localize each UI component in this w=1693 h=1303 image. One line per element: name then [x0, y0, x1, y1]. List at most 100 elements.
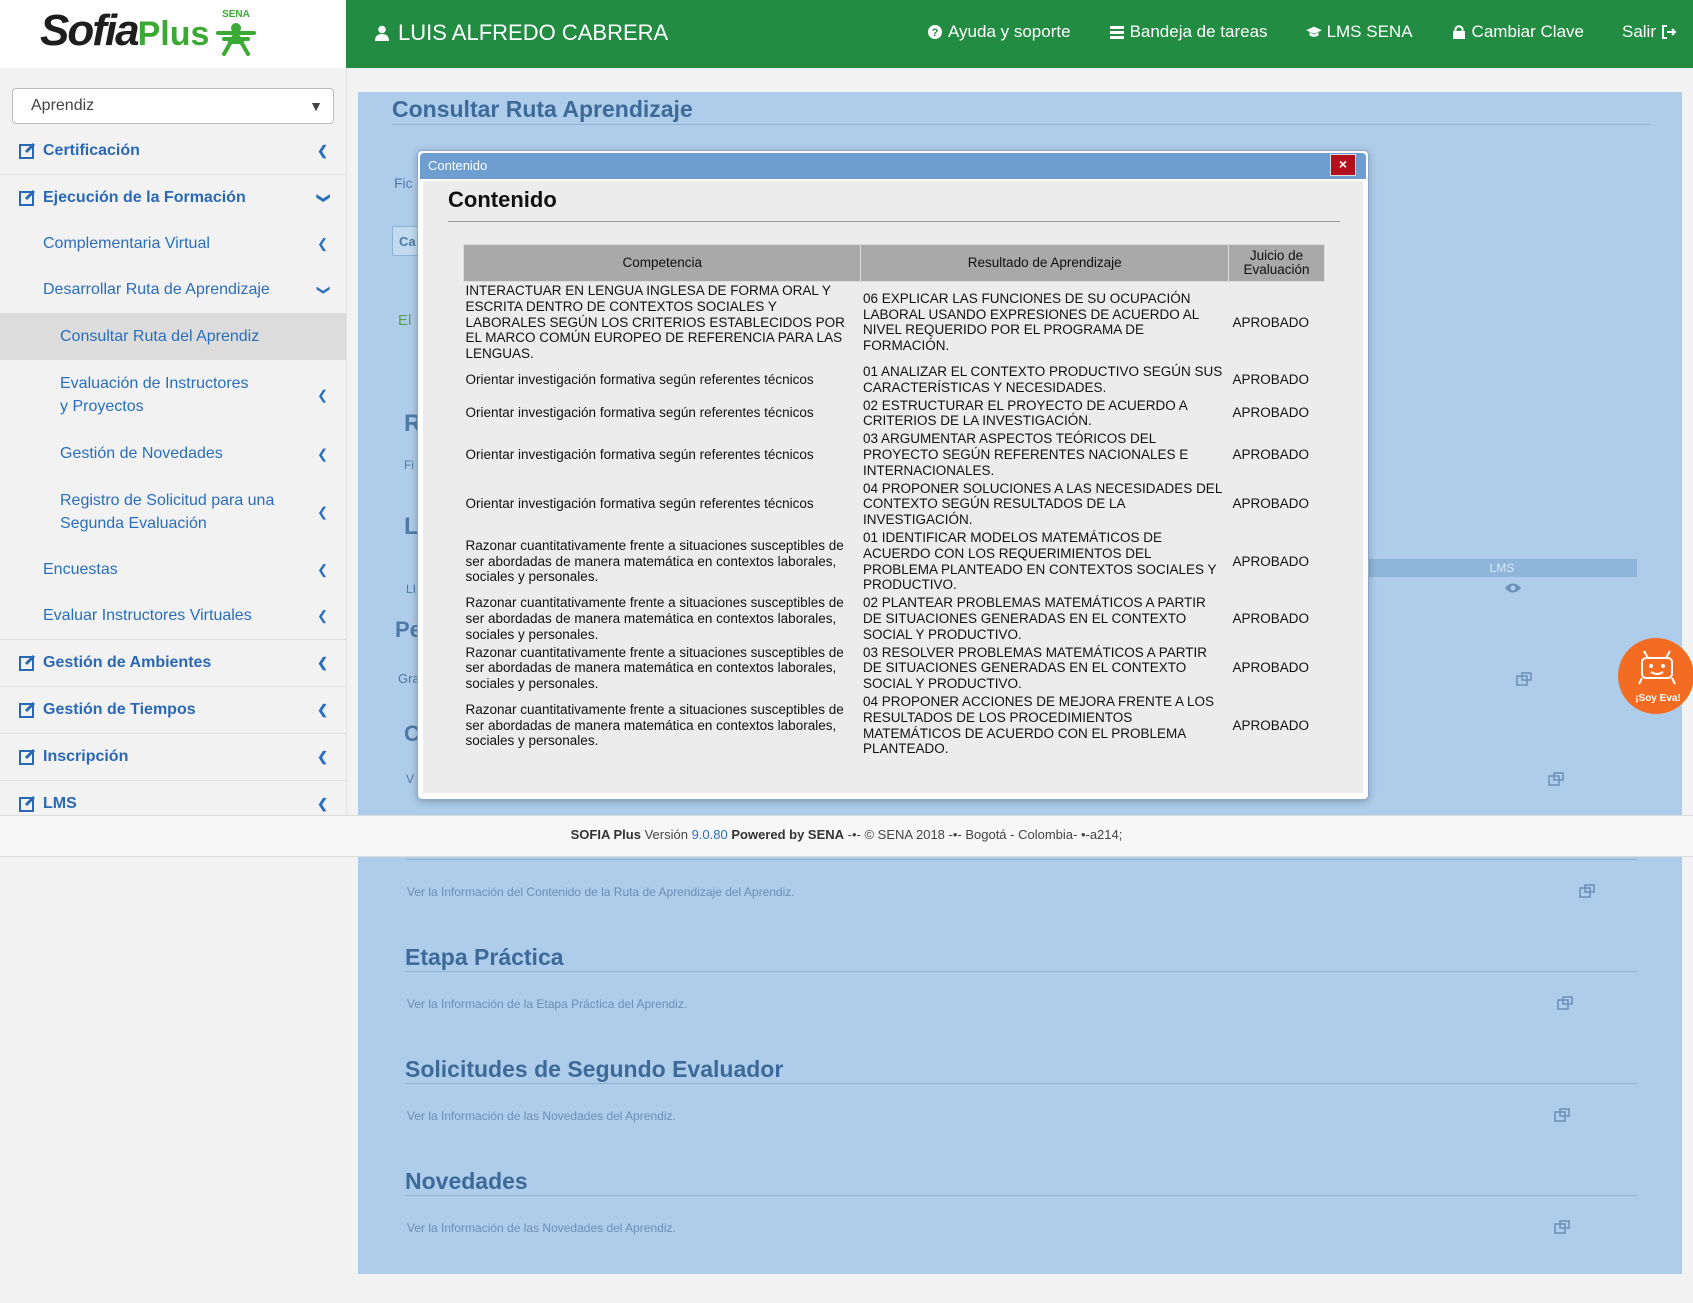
sidebar-item-gestion-tiempos[interactable]: Gestión de Tiempos ❮	[0, 687, 346, 734]
column-header-resultado: Resultado de Aprendizaje	[860, 244, 1230, 282]
table-row: Orientar investigación formativa según r…	[464, 397, 1325, 431]
footer-app: SOFIA Plus	[570, 827, 641, 842]
cell-competencia: Orientar investigación formativa según r…	[465, 446, 814, 462]
logo-sofia-text: Sofia	[40, 6, 140, 55]
sign-out-icon	[1662, 25, 1677, 39]
sidebar-menu: Certificación ❮ Ejecución de la Formació…	[0, 128, 346, 828]
eye-icon[interactable]	[1504, 582, 1522, 594]
svg-text:?: ?	[932, 27, 939, 39]
sidebar-item-evaluacion-instructores[interactable]: Evaluación de Instructores y Proyectos ❮	[0, 360, 346, 430]
sidebar-item-inscripcion[interactable]: Inscripción ❮	[0, 734, 346, 781]
role-select[interactable]: Aprendiz ▼	[12, 88, 334, 124]
section-title: Solicitudes de Segundo Evaluador	[405, 1056, 784, 1082]
external-link-icon[interactable]	[1554, 1220, 1570, 1234]
cell-juicio: APROBADO	[1232, 660, 1310, 676]
sidebar-item-evaluar-instructores-virtuales[interactable]: Evaluar Instructores Virtuales ❮	[0, 593, 346, 640]
sidebar-item-ejecucion-formacion[interactable]: Ejecución de la Formación ❮	[0, 175, 346, 221]
chevron-left-icon: ❮	[317, 236, 328, 251]
nav-lms-label: LMS SENA	[1326, 22, 1413, 41]
sidebar-item-label: Certificación	[43, 142, 140, 159]
edit-icon	[19, 142, 36, 159]
chevron-left-icon: ❮	[317, 562, 328, 577]
section-description: Ver la Información de las Novedades del …	[407, 1221, 676, 1235]
sidebar-item-encuestas[interactable]: Encuestas ❮	[0, 547, 346, 593]
table-row: INTERACTUAR EN LENGUA INGLESA DE FORMA O…	[464, 282, 1325, 363]
section-description: Ver la Información de la Etapa Práctica …	[407, 997, 688, 1011]
top-nav: ? Ayuda y soporte Bandeja de tareas LMS …	[927, 22, 1677, 42]
cell-competencia: Razonar cuantitativamente frente a situa…	[465, 701, 844, 749]
external-link-icon[interactable]	[1516, 672, 1532, 686]
section-description: Ver la Información del Contenido de la R…	[407, 885, 795, 899]
nav-help-label: Ayuda y soporte	[948, 22, 1071, 41]
chevron-left-icon: ❮	[317, 504, 328, 520]
sidebar-item-consultar-ruta[interactable]: Consultar Ruta del Aprendiz	[0, 313, 346, 360]
chevron-left-icon: ❮	[317, 143, 328, 158]
chevron-left-icon: ❮	[317, 608, 328, 623]
sofia-plus-logo[interactable]: SofiaPlus	[40, 6, 209, 56]
modal-title: Contenido	[448, 187, 557, 212]
cell-competencia: Orientar investigación formativa según r…	[465, 496, 814, 512]
logo-plus-text: Plus	[137, 15, 210, 53]
table-row: Razonar cuantitativamente frente a situa…	[464, 693, 1325, 758]
external-link-icon[interactable]	[1554, 1108, 1570, 1122]
sidebar-item-label: Encuestas	[43, 561, 118, 578]
sidebar-item-label: Consultar Ruta del Aprendiz	[60, 328, 260, 345]
sidebar: Aprendiz ▼ Certificación ❮ Ejecución de …	[0, 68, 347, 828]
sidebar-item-label: LMS	[43, 795, 77, 812]
section-description: Ver la Información de las Novedades del …	[407, 1109, 676, 1123]
lms-column-header: LMS	[1367, 559, 1637, 577]
external-link-icon[interactable]	[1548, 772, 1564, 786]
nav-change-password[interactable]: Cambiar Clave	[1451, 22, 1584, 42]
sidebar-item-desarrollar-ruta[interactable]: Desarrollar Ruta de Aprendizaje ❮	[0, 267, 346, 313]
cell-resultado: 04 PROPONER SOLUCIONES A LAS NECESIDADES…	[862, 480, 1222, 528]
graduation-cap-icon	[1305, 26, 1322, 37]
table-row: Orientar investigación formativa según r…	[464, 480, 1325, 529]
sidebar-item-segunda-evaluacion[interactable]: Registro de Solicitud para una Segunda E…	[0, 477, 346, 547]
chevron-left-icon: ❮	[317, 387, 328, 403]
table-row: Razonar cuantitativamente frente a situa…	[464, 529, 1325, 594]
cell-resultado: 06 EXPLICAR LAS FUNCIONES DE SU OCUPACIÓ…	[862, 290, 1199, 354]
edit-icon	[19, 701, 36, 718]
external-link-icon[interactable]	[1557, 996, 1573, 1010]
nav-lms[interactable]: LMS SENA	[1305, 22, 1413, 42]
role-select-value: Aprendiz	[31, 97, 95, 114]
eva-assistant-button[interactable]: ¡Soy Eva!	[1618, 638, 1693, 714]
content-modal: Contenido × Contenido Competencia Result…	[417, 150, 1369, 800]
close-button[interactable]: ×	[1330, 154, 1356, 176]
cell-resultado: 02 ESTRUCTURAR EL PROYECTO DE ACUERDO A …	[862, 397, 1188, 429]
external-link-icon[interactable]	[1579, 884, 1595, 898]
chevron-left-icon: ❮	[317, 446, 328, 461]
sidebar-item-label: Gestión de Tiempos	[43, 701, 196, 718]
sidebar-item-gestion-novedades[interactable]: Gestión de Novedades ❮	[0, 430, 346, 477]
user-menu[interactable]: LUIS ALFREDO CABRERA	[374, 20, 668, 46]
cell-competencia: Razonar cuantitativamente frente a situa…	[465, 537, 844, 585]
nav-change-password-label: Cambiar Clave	[1471, 22, 1584, 41]
cell-competencia: Razonar cuantitativamente frente a situa…	[465, 595, 844, 642]
column-header-competencia: Competencia	[462, 244, 862, 282]
nav-logout[interactable]: Salir	[1622, 22, 1677, 42]
section-title: Novedades	[405, 1168, 528, 1194]
table-row: Razonar cuantitativamente frente a situa…	[464, 644, 1325, 693]
cell-competencia: Orientar investigación formativa según r…	[465, 405, 814, 421]
sidebar-item-label: Ejecución de la Formación	[43, 189, 246, 206]
chevron-down-icon: ▼	[309, 98, 323, 114]
cell-juicio: APROBADO	[1232, 405, 1310, 421]
sidebar-item-label: Gestión de Ambientes	[43, 654, 212, 671]
cell-juicio: APROBADO	[1232, 496, 1310, 512]
cell-juicio: APROBADO	[1232, 553, 1310, 569]
cell-competencia: INTERACTUAR EN LENGUA INGLESA DE FORMA O…	[465, 283, 845, 362]
sena-logo: SENA	[216, 9, 256, 56]
nav-help[interactable]: ? Ayuda y soporte	[927, 22, 1071, 42]
nav-tasks[interactable]: Bandeja de tareas	[1109, 22, 1268, 42]
cell-resultado: 03 RESOLVER PROBLEMAS MATEMÁTICOS A PART…	[862, 644, 1208, 692]
sidebar-item-gestion-ambientes[interactable]: Gestión de Ambientes ❮	[0, 640, 346, 687]
sidebar-item-complementaria-virtual[interactable]: Complementaria Virtual ❮	[0, 221, 346, 267]
cell-resultado: 04 PROPONER ACCIONES DE MEJORA FRENTE A …	[862, 693, 1215, 757]
divider	[392, 124, 1650, 125]
sidebar-item-certificacion[interactable]: Certificación ❮	[0, 128, 346, 175]
divider	[405, 859, 1637, 860]
sidebar-item-label: Gestión de Novedades	[60, 445, 223, 462]
table-row: Orientar investigación formativa según r…	[464, 430, 1325, 479]
table-row: Razonar cuantitativamente frente a situa…	[464, 594, 1325, 643]
footer: SOFIA Plus Versión 9.0.80 Powered by SEN…	[0, 815, 1693, 857]
